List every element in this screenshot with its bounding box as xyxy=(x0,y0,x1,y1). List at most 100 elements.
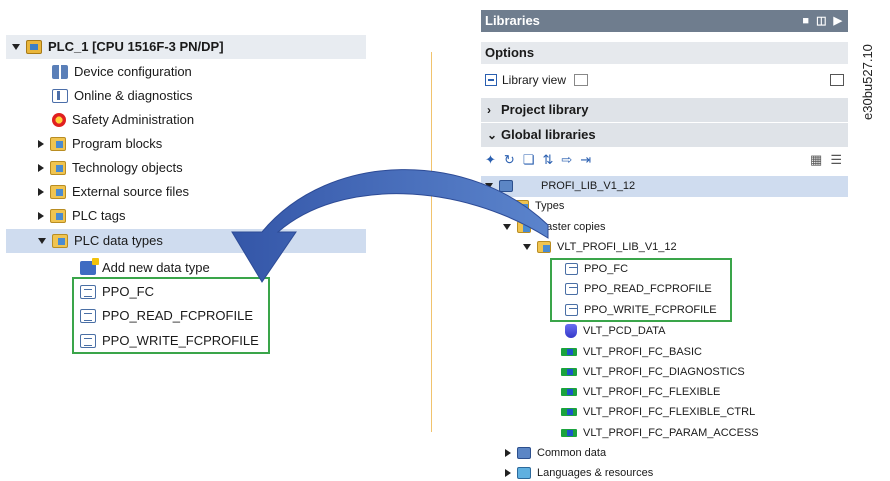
library-item-label: VLT_PROFI_FC_BASIC xyxy=(583,346,702,358)
library-languages-resources[interactable]: Languages & resources xyxy=(505,463,653,481)
expand-arrow-icon[interactable] xyxy=(523,244,531,250)
collapse-arrow-icon[interactable] xyxy=(38,188,44,196)
function-block-icon xyxy=(561,348,577,356)
global-library-tree: PROFI_LIB_V1_12 Types Master copies VLT_… xyxy=(481,176,848,479)
title-bar-controls[interactable]: ■ ◫ ▶ xyxy=(802,10,844,32)
library-common-data[interactable]: Common data xyxy=(505,443,606,463)
collapse-arrow-icon[interactable] xyxy=(505,469,511,477)
tree-item-safety-administration[interactable]: Safety Administration xyxy=(52,108,194,132)
device-config-icon xyxy=(52,65,68,79)
update-icon[interactable]: ↻ xyxy=(504,152,515,168)
expand-arrow-icon[interactable] xyxy=(38,238,46,244)
folder-icon xyxy=(517,221,531,233)
figure-code: e30bu527.10 xyxy=(860,44,875,120)
project-library-section[interactable]: › Project library xyxy=(481,98,848,122)
types-label: Types xyxy=(535,200,565,212)
folder-icon xyxy=(52,234,68,248)
library-item-label: VLT_PROFI_FC_DIAGNOSTICS xyxy=(583,366,745,378)
options-header[interactable]: Options xyxy=(481,42,848,64)
library-item-vlt-profi-fc-param-access[interactable]: VLT_PROFI_FC_PARAM_ACCESS xyxy=(561,423,759,443)
data-block-icon xyxy=(565,324,577,338)
library-item-label: VLT_PROFI_FC_FLEXIBLE xyxy=(583,386,721,398)
folder-icon xyxy=(50,137,66,151)
global-libraries-label: Global libraries xyxy=(501,127,596,142)
diagnostics-icon xyxy=(52,89,68,103)
function-block-icon xyxy=(561,429,577,437)
panel-icon[interactable]: ◫ xyxy=(816,15,828,27)
library-item-vlt-profi-fc-diagnostics[interactable]: VLT_PROFI_FC_DIAGNOSTICS xyxy=(561,362,745,382)
expand-arrow-icon[interactable] xyxy=(485,183,493,189)
tree-item-label: Program blocks xyxy=(72,136,163,151)
tree-item-technology-objects[interactable]: Technology objects xyxy=(38,156,183,180)
library-icon xyxy=(499,180,513,192)
open-library-icon[interactable]: ✦ xyxy=(485,152,496,168)
tree-root-plc[interactable]: PLC_1 [CPU 1516F-3 PN/DP] xyxy=(12,35,224,59)
import-icon[interactable]: ⇥ xyxy=(580,152,591,168)
collapse-arrow-icon[interactable] xyxy=(38,140,44,148)
library-master-subfolder[interactable]: VLT_PROFI_LIB_V1_12 xyxy=(523,237,677,257)
tree-item-online-diagnostics[interactable]: Online & diagnostics xyxy=(52,84,193,108)
library-root-label: PROFI_LIB_V1_12 xyxy=(541,180,636,192)
common-data-icon xyxy=(517,447,531,459)
safety-icon xyxy=(52,113,66,127)
export-icon[interactable]: ⇨ xyxy=(561,152,572,168)
expand-arrow-icon[interactable] xyxy=(12,44,20,50)
languages-icon xyxy=(517,467,531,479)
library-view-toggle-icon[interactable] xyxy=(574,74,589,86)
tree-item-plc-data-types[interactable]: PLC data types xyxy=(38,229,163,253)
tree-item-program-blocks[interactable]: Program blocks xyxy=(38,132,162,156)
library-view-icon[interactable] xyxy=(485,74,497,86)
sync-icon[interactable]: ⇅ xyxy=(542,152,553,168)
libraries-title: Libraries xyxy=(485,13,540,28)
library-item-label: VLT_PCD_DATA xyxy=(583,325,666,337)
folder-icon xyxy=(50,161,66,175)
collapse-arrow-icon[interactable] xyxy=(505,449,511,457)
master-copies-label: Master copies xyxy=(537,221,606,233)
list-icon[interactable]: ☰ xyxy=(830,152,842,168)
tree-item-device-configuration[interactable]: Device configuration xyxy=(52,60,192,84)
library-item-vlt-profi-fc-basic[interactable]: VLT_PROFI_FC_BASIC xyxy=(561,342,702,362)
library-view-row[interactable]: Library view xyxy=(481,68,848,92)
library-types-folder[interactable]: Types xyxy=(503,196,564,216)
function-block-icon xyxy=(561,388,577,396)
collapse-arrow-icon[interactable] xyxy=(503,202,509,210)
collapse-right-icon[interactable]: ▶ xyxy=(834,15,844,27)
tree-item-label: Device configuration xyxy=(74,64,192,79)
folder-icon xyxy=(515,200,529,212)
libraries-title-bar: Libraries ■ ◫ ▶ xyxy=(481,10,848,32)
restore-icon[interactable]: ■ xyxy=(802,15,811,27)
common-data-label: Common data xyxy=(537,447,607,459)
expand-arrow-icon[interactable] xyxy=(503,224,511,230)
chevron-right-icon[interactable]: › xyxy=(487,98,501,122)
library-master-copies-folder[interactable]: Master copies xyxy=(503,217,605,237)
plc-icon xyxy=(26,40,42,54)
master-folder-label: VLT_PROFI_LIB_V1_12 xyxy=(557,241,677,253)
chevron-down-icon[interactable]: ⌄ xyxy=(487,123,501,147)
copy-icon[interactable]: ❏ xyxy=(523,152,535,168)
tree-item-label: Online & diagnostics xyxy=(74,88,193,103)
function-block-icon xyxy=(561,408,577,416)
grid-icon[interactable]: ▦ xyxy=(810,152,822,168)
tree-item-label: Safety Administration xyxy=(72,112,195,127)
panel-divider xyxy=(431,52,432,432)
collapse-arrow-icon[interactable] xyxy=(38,164,44,172)
library-item-vlt-profi-fc-flexible[interactable]: VLT_PROFI_FC_FLEXIBLE xyxy=(561,382,720,402)
folder-icon xyxy=(50,185,66,199)
tree-item-label: PLC tags xyxy=(72,208,126,223)
languages-label: Languages & resources xyxy=(537,467,654,479)
library-item-vlt-pcd-data[interactable]: VLT_PCD_DATA xyxy=(565,321,666,341)
library-item-vlt-profi-fc-flexible-ctrl[interactable]: VLT_PROFI_FC_FLEXIBLE_CTRL xyxy=(561,402,755,422)
options-label: Options xyxy=(485,45,535,60)
tree-item-plc-tags[interactable]: PLC tags xyxy=(38,204,125,228)
collapse-arrow-icon[interactable] xyxy=(38,212,44,220)
folder-icon xyxy=(537,241,551,253)
tree-item-label: Technology objects xyxy=(72,160,183,175)
function-block-icon xyxy=(561,368,577,376)
global-libraries-section[interactable]: ⌄ Global libraries xyxy=(481,123,848,147)
tree-item-external-source-files[interactable]: External source files xyxy=(38,180,189,204)
add-data-type-icon xyxy=(80,258,99,275)
library-root[interactable]: PROFI_LIB_V1_12 xyxy=(485,176,635,196)
left-selection-box xyxy=(72,277,270,354)
right-selection-box xyxy=(550,258,732,322)
window-icon[interactable] xyxy=(830,74,844,86)
